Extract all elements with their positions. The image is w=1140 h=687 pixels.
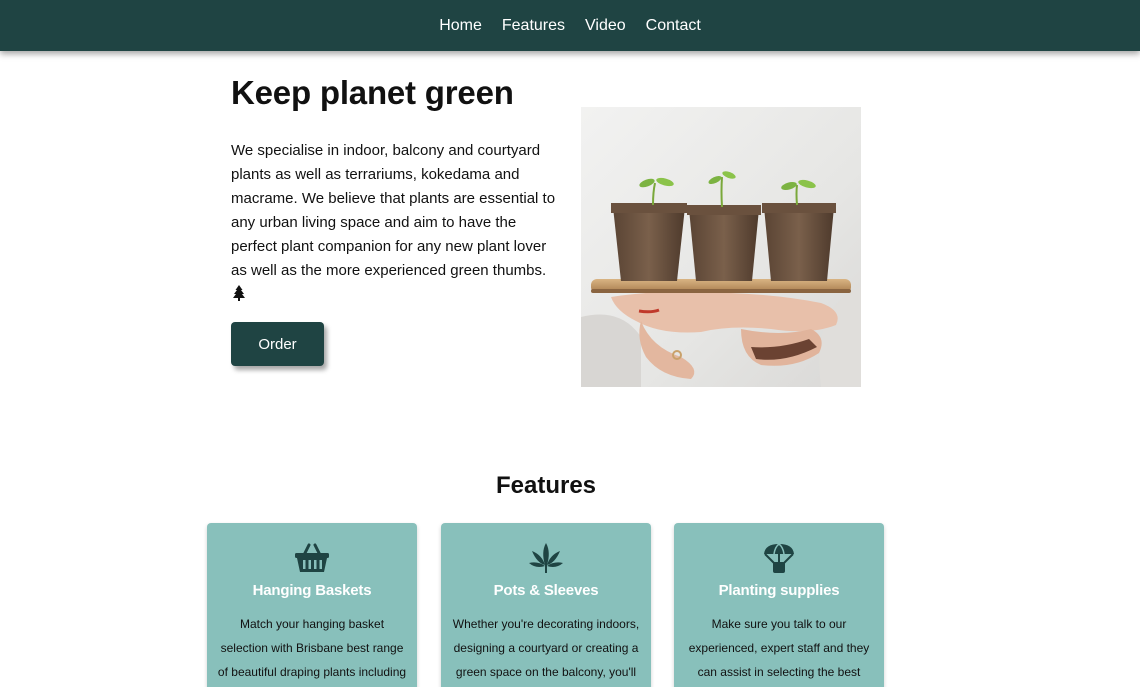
nav-contact-link[interactable]: Contact	[646, 17, 701, 35]
hero-title: Keep planet green	[231, 74, 514, 111]
hero-description-text: We specialise in indoor, balcony and cou…	[231, 142, 556, 279]
feature-card-title: Planting supplies	[718, 582, 840, 599]
feature-card-hanging-baskets: Hanging Baskets Match your hanging baske…	[207, 523, 417, 687]
top-navbar: Home Features Video Contact	[0, 0, 1140, 51]
features-title: Features	[495, 472, 597, 499]
feature-card-text: Match your hanging basket selection with…	[217, 617, 407, 679]
nav-features-link[interactable]: Features	[502, 17, 565, 35]
feature-card-text: Make sure you talk to our experienced, e…	[688, 617, 870, 679]
nav-home-link[interactable]: Home	[439, 17, 482, 35]
tree-icon	[233, 285, 245, 301]
seedling-pots-photo	[581, 107, 861, 387]
nav-video-link[interactable]: Video	[585, 17, 626, 35]
feature-card-text: Whether you're decorating indoors, desig…	[452, 617, 640, 679]
feature-card-pots-sleeves: Pots & Sleeves Whether you're decorating…	[441, 523, 651, 687]
parachute-box-icon	[764, 543, 794, 573]
feature-card-title: Hanging Baskets	[252, 582, 372, 599]
basket-icon	[295, 543, 329, 572]
hero-image	[581, 107, 861, 387]
cannabis-leaf-icon	[529, 543, 563, 573]
hero-description: We specialise in indoor, balcony and cou…	[231, 139, 561, 307]
order-button[interactable]: Order	[231, 322, 324, 366]
feature-card-planting-supplies: Planting supplies Make sure you talk to …	[674, 523, 884, 687]
feature-card-title: Pots & Sleeves	[493, 582, 599, 599]
